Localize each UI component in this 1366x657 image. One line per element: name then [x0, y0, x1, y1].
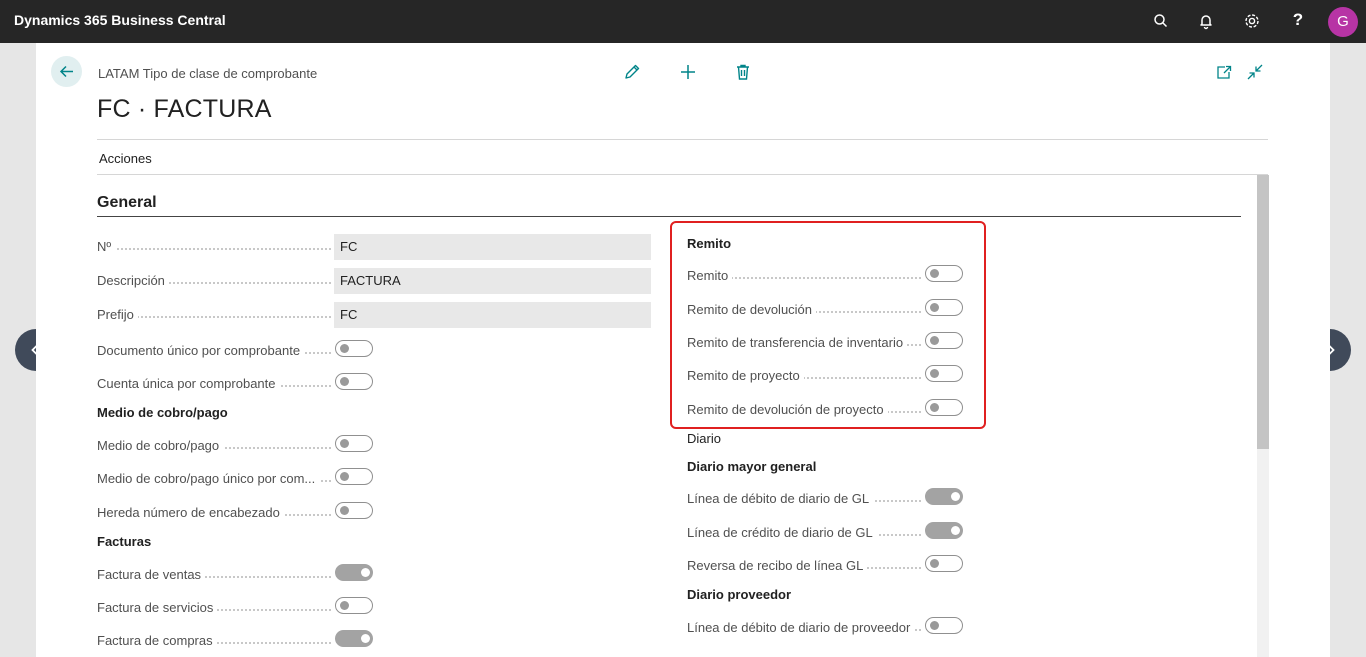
top-bar: Dynamics 365 Business Central ? G: [0, 0, 1366, 43]
collapse-icon[interactable]: [1246, 63, 1264, 81]
breadcrumb: LATAM Tipo de clase de comprobante: [98, 66, 318, 81]
field-label: Nº: [97, 239, 116, 254]
settings-icon[interactable]: [1242, 11, 1262, 31]
field-factura-servicios: Factura de servicios: [97, 597, 377, 619]
field-remito-proyecto: Remito de proyecto: [687, 365, 967, 387]
field-label: Reversa de recibo de línea GL: [687, 558, 868, 573]
medio-cobro-toggle[interactable]: [335, 435, 373, 452]
reversa-recibo-toggle[interactable]: [925, 555, 963, 572]
remito-proyecto-toggle[interactable]: [925, 365, 963, 382]
prefijo-input[interactable]: FC: [334, 302, 651, 328]
field-hereda-numero: Hereda número de encabezado: [97, 502, 377, 524]
hereda-numero-toggle[interactable]: [335, 502, 373, 519]
field-label: Prefijo: [97, 307, 138, 322]
section-general-title[interactable]: General: [97, 194, 157, 212]
field-label: Remito de devolución: [687, 302, 817, 317]
field-label: Línea de débito de diario de proveedor: [687, 620, 915, 635]
field-remito-transferencia: Remito de transferencia de inventario: [687, 332, 967, 354]
documento-unico-toggle[interactable]: [335, 340, 373, 357]
actions-menu[interactable]: Acciones: [99, 151, 152, 166]
debito-gl-toggle[interactable]: [925, 488, 963, 505]
add-icon[interactable]: [679, 63, 697, 81]
section-divider: [97, 216, 1241, 217]
group-facturas-title: Facturas: [97, 534, 152, 549]
back-button[interactable]: [51, 56, 82, 87]
field-label: Cuenta única por comprobante: [97, 376, 280, 391]
group-medio-title: Medio de cobro/pago: [97, 405, 228, 420]
remito-transferencia-toggle[interactable]: [925, 332, 963, 349]
open-new-window-icon[interactable]: [1215, 63, 1233, 81]
scrollbar[interactable]: [1257, 175, 1269, 657]
remito-toggle[interactable]: [925, 265, 963, 282]
remito-devolucion-toggle[interactable]: [925, 299, 963, 316]
field-label: Remito: [687, 268, 733, 283]
highlight-box: [670, 221, 986, 429]
arrow-left-icon: [59, 65, 73, 78]
field-label: Medio de cobro/pago único por com...: [97, 471, 320, 486]
factura-ventas-toggle[interactable]: [335, 564, 373, 581]
field-medio-unico: Medio de cobro/pago único por com...: [97, 468, 377, 490]
page-title: FC · FACTURA: [97, 95, 272, 123]
field-credito-gl: Línea de crédito de diario de GL: [687, 522, 967, 544]
field-reversa-recibo: Reversa de recibo de línea GL: [687, 555, 967, 577]
group-remito-title: Remito: [687, 236, 732, 251]
delete-icon[interactable]: [734, 63, 752, 81]
app-title[interactable]: Dynamics 365 Business Central: [14, 12, 226, 28]
field-remito-devolucion-proyecto: Remito de devolución de proyecto: [687, 399, 967, 421]
field-label: Factura de ventas: [97, 567, 206, 582]
field-label: Hereda número de encabezado: [97, 505, 284, 520]
factura-servicios-toggle[interactable]: [335, 597, 373, 614]
field-prefijo: Prefijo FC: [97, 302, 652, 328]
divider: [97, 174, 1268, 175]
field-cuenta-unica: Cuenta única por comprobante: [97, 373, 377, 395]
field-factura-ventas: Factura de ventas: [97, 564, 377, 586]
field-label: Remito de devolución de proyecto: [687, 402, 888, 417]
field-descripcion: Descripción FACTURA: [97, 268, 652, 294]
debito-proveedor-toggle[interactable]: [925, 617, 963, 634]
field-no: Nº FC: [97, 234, 652, 260]
field-remito-devolucion: Remito de devolución: [687, 299, 967, 321]
field-label: Factura de servicios: [97, 600, 218, 615]
group-diario-mayor-title: Diario mayor general: [687, 459, 817, 474]
bell-icon[interactable]: [1196, 11, 1216, 31]
field-label: Línea de débito de diario de GL: [687, 491, 874, 506]
edit-icon[interactable]: [623, 63, 641, 81]
search-icon[interactable]: [1151, 11, 1171, 31]
cuenta-unica-toggle[interactable]: [335, 373, 373, 390]
field-medio-cobro: Medio de cobro/pago: [97, 435, 377, 457]
help-icon[interactable]: ?: [1291, 10, 1305, 30]
field-label: Remito de proyecto: [687, 368, 804, 383]
record-card: LATAM Tipo de clase de comprobante FC · …: [36, 43, 1330, 657]
field-label: Medio de cobro/pago: [97, 438, 224, 453]
no-input[interactable]: FC: [334, 234, 651, 260]
credito-gl-toggle[interactable]: [925, 522, 963, 539]
field-label: Remito de transferencia de inventario: [687, 335, 908, 350]
field-label: Descripción: [97, 273, 169, 288]
field-label: Documento único por comprobante: [97, 343, 305, 358]
medio-unico-toggle[interactable]: [335, 468, 373, 485]
remito-devolucion-proyecto-toggle[interactable]: [925, 399, 963, 416]
group-diario-proveedor-title: Diario proveedor: [687, 587, 792, 602]
field-documento-unico: Documento único por comprobante: [97, 340, 377, 362]
factura-compras-toggle[interactable]: [335, 630, 373, 647]
field-debito-gl: Línea de débito de diario de GL: [687, 488, 967, 510]
group-diario-title: Diario: [687, 431, 721, 446]
avatar[interactable]: G: [1328, 7, 1358, 37]
field-remito: Remito: [687, 265, 967, 287]
scrollbar-thumb[interactable]: [1257, 175, 1269, 449]
divider: [97, 139, 1268, 140]
field-label: Línea de crédito de diario de GL: [687, 525, 877, 540]
field-debito-proveedor: Línea de débito de diario de proveedor: [687, 617, 967, 639]
field-label: Factura de compras: [97, 633, 217, 648]
descripcion-input[interactable]: FACTURA: [334, 268, 651, 294]
field-factura-compras: Factura de compras: [97, 630, 377, 652]
